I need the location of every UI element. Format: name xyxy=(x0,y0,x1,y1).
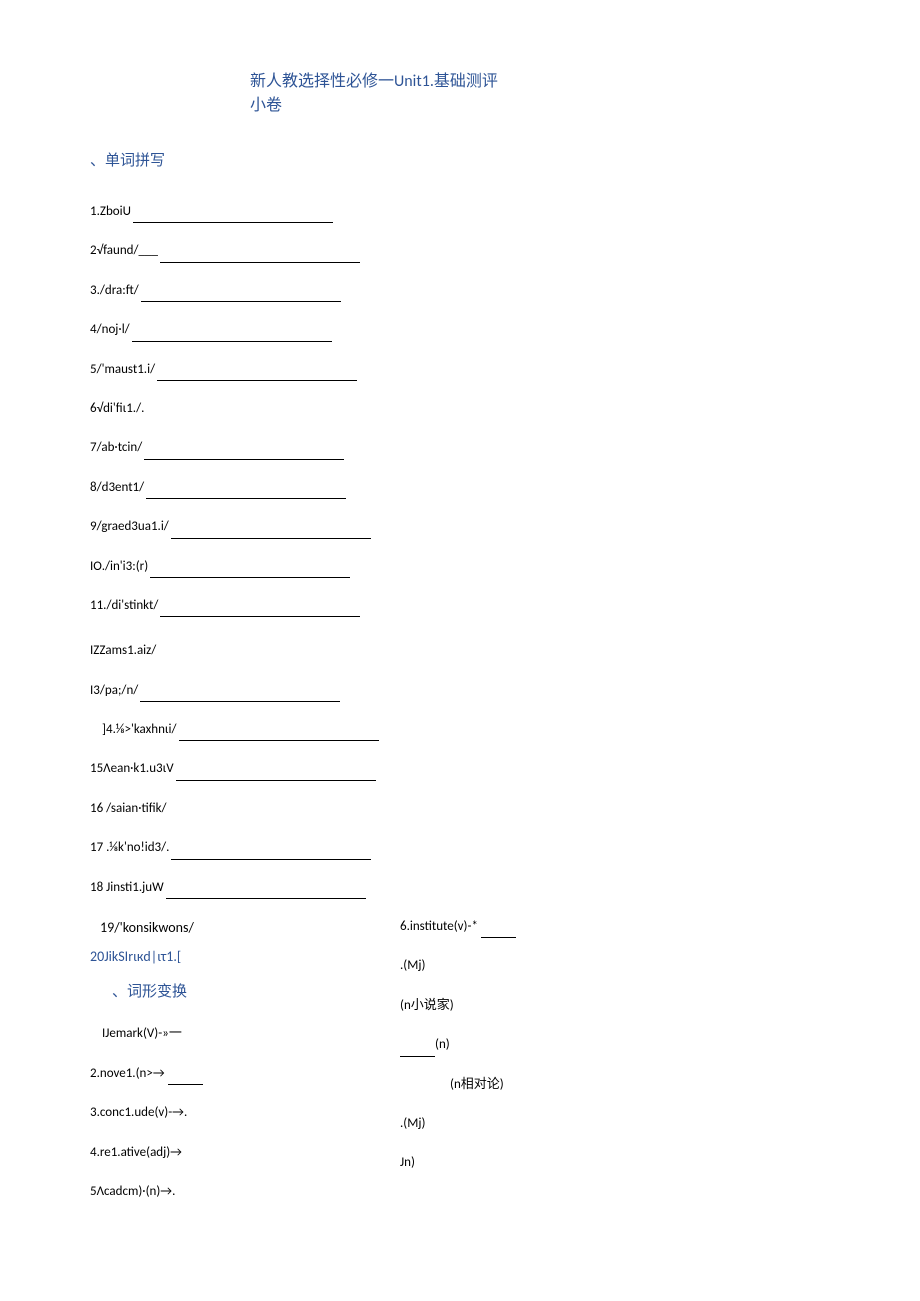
section1-items: 1.ZboiU 2√faund/___ 3./dra:ft/ 4/noj·l/ … xyxy=(90,200,830,899)
item-text: 9/graed3ua1.i/ xyxy=(90,515,169,538)
item-3: 3./dra:ft/ xyxy=(90,279,830,302)
header-line1: 新人教选择性必修一Unit1.基础测评 xyxy=(250,70,830,94)
fill-line xyxy=(481,925,516,938)
form-item-3: 3.conc1.ude(v)-→. xyxy=(90,1101,400,1124)
item-text: 8/d3ent1/ xyxy=(90,476,144,499)
item-text: IO./in'i3:(r) xyxy=(90,555,148,578)
item-text: 5Λcadcm)·(n)→. xyxy=(90,1180,175,1203)
item-text: 1.ZboiU xyxy=(90,200,131,223)
header-line2: 小卷 xyxy=(250,94,830,118)
item-text: (n小说家) xyxy=(400,994,454,1017)
item-text: I3/pa;/n/ xyxy=(90,679,138,702)
item-text: Jn) xyxy=(400,1151,415,1174)
item-text: 11./di'stinkt/ xyxy=(90,594,158,617)
item-text: 6.institute(v)-* xyxy=(400,915,478,938)
item-text: 4.re1.ative(adj)→ xyxy=(90,1141,182,1164)
item-text: 6√di'fiι1./. xyxy=(90,397,144,420)
item-text: 3./dra:ft/ xyxy=(90,279,139,302)
item-text: 3.conc1.ude(v)-→. xyxy=(90,1101,187,1124)
item-text: 16 /saian·tifik/ xyxy=(90,797,167,820)
two-column-section: 19/'konsikwons/ 20JikSIrιкd|ιτ1.[ 、词形变换 … xyxy=(90,915,830,1219)
item-text: (n) xyxy=(435,1033,450,1056)
fill-line xyxy=(133,210,333,223)
fill-line xyxy=(132,329,332,342)
item-5: 5/'maust1.i/ xyxy=(90,358,830,381)
item-1: 1.ZboiU xyxy=(90,200,830,223)
item-text: ]4.⅛>'kaxhnιi/ xyxy=(102,718,177,741)
form-item-1: IJemark(V)-»一 xyxy=(102,1022,400,1045)
fill-line xyxy=(171,526,371,539)
item-text: 7/ab·tcin/ xyxy=(90,436,142,459)
item-text: 15Λean·k1.u3ιV xyxy=(90,757,174,780)
item-text: 4/noj·l/ xyxy=(90,318,130,341)
form-right-5: .(Mj) xyxy=(400,1112,830,1135)
fill-line xyxy=(160,250,360,263)
item-18: 18 Jinsti1.juW xyxy=(90,876,830,899)
item-13: I3/pa;/n/ xyxy=(90,679,830,702)
fill-line xyxy=(141,289,341,302)
form-right-4: (n相对论) xyxy=(450,1073,830,1096)
form-right-6: Jn) xyxy=(400,1151,830,1174)
fill-line xyxy=(146,486,346,499)
fill-line xyxy=(166,886,366,899)
form-item-4: 4.re1.ative(adj)→ xyxy=(90,1141,400,1164)
form-item-6: 6.institute(v)-* xyxy=(400,915,830,938)
form-right-3: (n) xyxy=(400,1033,830,1056)
left-column: 19/'konsikwons/ 20JikSIrιкd|ιτ1.[ 、词形变换 … xyxy=(90,915,400,1219)
item-8: 8/d3ent1/ xyxy=(90,476,830,499)
document-header: 新人教选择性必修一Unit1.基础测评 小卷 xyxy=(250,70,830,118)
item-19: 19/'konsikwons/ xyxy=(100,915,400,940)
item-12: IZZams1.aiz/ xyxy=(90,639,830,662)
item-text: IZZams1.aiz/ xyxy=(90,639,156,662)
item-6: 6√di'fiι1./. xyxy=(90,397,830,420)
right-column: 6.institute(v)-* .(Mj) (n小说家) (n) (n相对论)… xyxy=(400,915,830,1219)
item-text: 5/'maust1.i/ xyxy=(90,358,155,381)
item-11: 11./di'stinkt/ xyxy=(90,594,830,617)
form-right-1: .(Mj) xyxy=(400,954,830,977)
item-4: 4/noj·l/ xyxy=(90,318,830,341)
item-2: 2√faund/___ xyxy=(90,239,830,262)
section1-heading: 、单词拼写 xyxy=(90,148,830,175)
item-9: 9/graed3ua1.i/ xyxy=(90,515,830,538)
fill-line xyxy=(168,1072,203,1085)
item-20: 20JikSIrιкd|ιτ1.[ xyxy=(90,944,400,969)
item-7: 7/ab·tcin/ xyxy=(90,436,830,459)
form-right-2: (n小说家) xyxy=(400,994,830,1017)
item-text: 19/'konsikwons/ xyxy=(100,915,194,940)
item-text: 18 Jinsti1.juW xyxy=(90,876,164,899)
fill-line xyxy=(171,847,371,860)
fill-line xyxy=(150,565,350,578)
item-text: 20JikSIrιкd|ιτ1.[ xyxy=(90,944,181,969)
item-text: 2√faund/___ xyxy=(90,239,158,262)
fill-line xyxy=(140,689,340,702)
form-item-5: 5Λcadcm)·(n)→. xyxy=(90,1180,400,1203)
section2-heading: 、词形变换 xyxy=(112,979,400,1006)
item-14: ]4.⅛>'kaxhnιi/ xyxy=(102,718,830,741)
fill-line xyxy=(144,447,344,460)
form-item-2: 2.nove1.(n>→ xyxy=(90,1062,400,1085)
item-text: IJemark(V)-»一 xyxy=(102,1022,182,1045)
fill-line xyxy=(157,368,357,381)
item-16: 16 /saian·tifik/ xyxy=(90,797,830,820)
item-10: IO./in'i3:(r) xyxy=(90,555,830,578)
item-text: 17 .⅛k'no!id3/. xyxy=(90,836,169,859)
item-15: 15Λean·k1.u3ιV xyxy=(90,757,830,780)
fill-line xyxy=(176,768,376,781)
item-text: .(Mj) xyxy=(400,954,425,977)
fill-line xyxy=(400,1044,435,1057)
item-text: (n相对论) xyxy=(450,1073,504,1096)
fill-line xyxy=(179,728,379,741)
item-17: 17 .⅛k'no!id3/. xyxy=(90,836,830,859)
item-text: 2.nove1.(n>→ xyxy=(90,1062,165,1085)
item-text: .(Mj) xyxy=(400,1112,425,1135)
fill-line xyxy=(160,604,360,617)
